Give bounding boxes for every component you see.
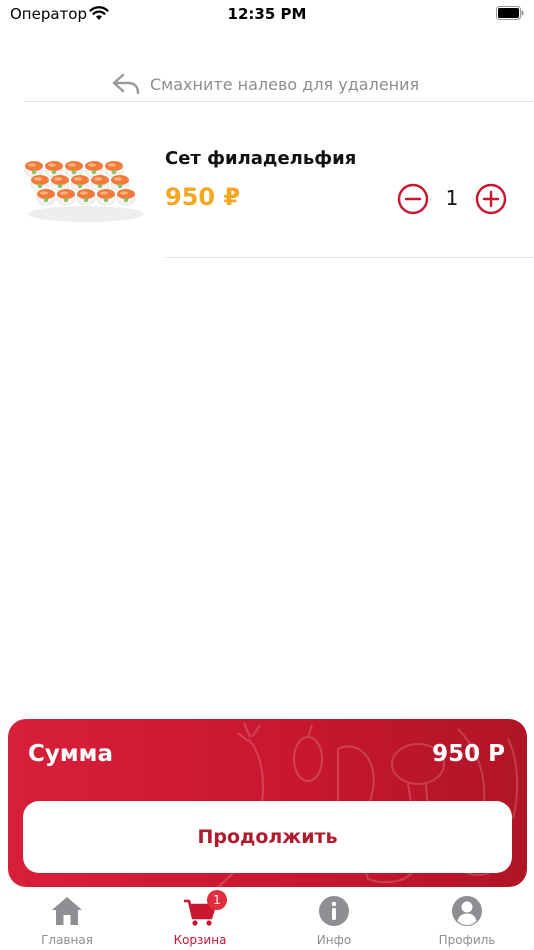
status-bar: Оператор 12:35 PM	[0, 0, 534, 30]
cart-item[interactable]: Сет филадельфия 950 ₽ 1	[0, 110, 534, 258]
item-divider	[165, 257, 534, 258]
profile-icon	[452, 896, 482, 926]
summary-label: Сумма	[28, 741, 113, 767]
tab-info[interactable]: Инфо	[284, 888, 384, 950]
tab-home[interactable]: Главная	[17, 888, 117, 950]
summary-total: 950 Р	[432, 741, 505, 767]
continue-button[interactable]: Продолжить	[23, 801, 512, 873]
item-price: 950 ₽	[165, 183, 241, 211]
tab-cart-label: Корзина	[173, 933, 227, 947]
tab-bar: Главная 1 Корзина Инфо Профиль	[0, 888, 534, 950]
swipe-hint: Смахните налево для удаления	[24, 66, 534, 102]
home-icon	[52, 897, 82, 925]
tab-profile[interactable]: Профиль	[417, 888, 517, 950]
summary-card: Сумма 950 Р Продолжить	[8, 719, 527, 887]
info-icon	[319, 896, 349, 926]
decrease-quantity-button[interactable]	[397, 183, 429, 215]
tab-cart[interactable]: 1 Корзина	[150, 888, 250, 950]
clock: 12:35 PM	[227, 5, 307, 23]
sushi-set-image	[24, 161, 144, 222]
cart-badge: 1	[207, 890, 227, 910]
reply-arrow-icon	[112, 73, 140, 95]
item-name: Сет филадельфия	[165, 148, 357, 169]
tab-home-label: Главная	[41, 933, 93, 947]
battery-icon	[496, 6, 524, 20]
tab-profile-label: Профиль	[438, 933, 496, 947]
quantity-value: 1	[445, 186, 459, 210]
tab-info-label: Инфо	[316, 933, 352, 947]
increase-quantity-button[interactable]	[475, 183, 507, 215]
swipe-hint-text: Смахните налево для удаления	[150, 75, 420, 94]
